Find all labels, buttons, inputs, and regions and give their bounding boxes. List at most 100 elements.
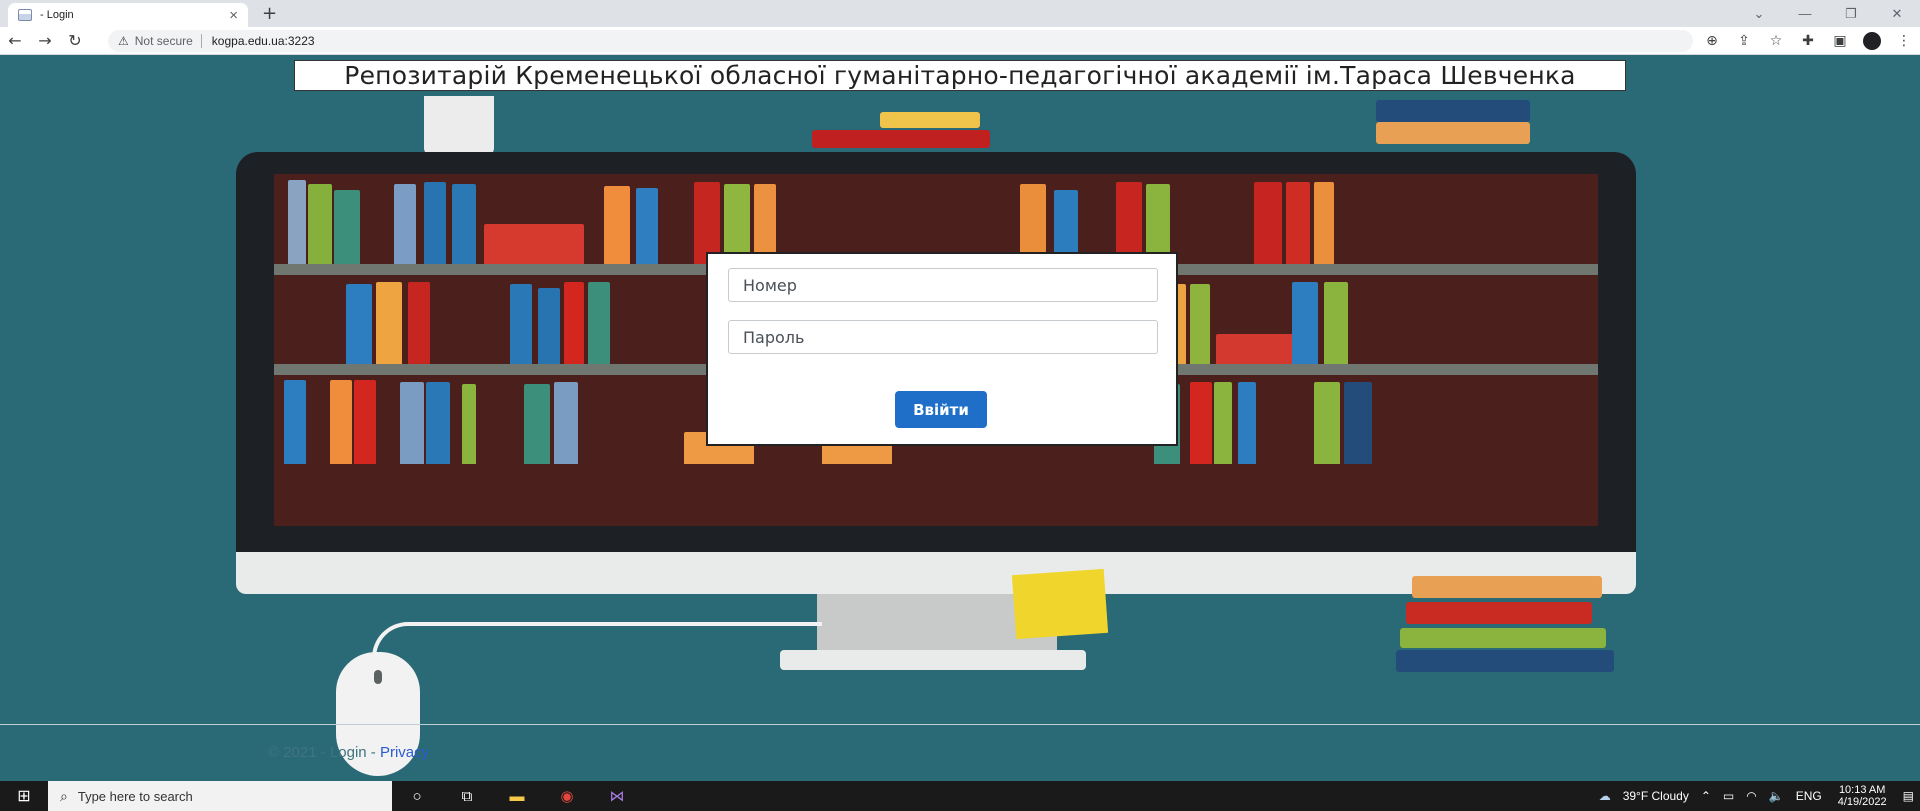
book-decoration bbox=[588, 282, 610, 364]
footer: © 2021 - Login - Privacy bbox=[268, 744, 429, 761]
background-books-decoration bbox=[1376, 100, 1530, 122]
background-books-decoration bbox=[1412, 576, 1602, 598]
book-decoration bbox=[1214, 382, 1232, 464]
language-indicator[interactable]: ENG bbox=[1796, 789, 1822, 803]
book-decoration bbox=[1190, 284, 1210, 364]
book-decoration bbox=[1324, 282, 1348, 364]
side-panel-icon[interactable]: ▣ bbox=[1824, 33, 1856, 49]
book-decoration bbox=[1344, 382, 1372, 464]
zoom-icon[interactable]: ⊕ bbox=[1696, 33, 1728, 49]
share-icon[interactable]: ⇪ bbox=[1728, 33, 1760, 49]
chrome-icon[interactable]: ◉ bbox=[542, 787, 592, 805]
taskbar-search-box[interactable]: ⌕ Type here to search bbox=[48, 781, 392, 811]
book-decoration bbox=[604, 186, 630, 264]
wifi-icon[interactable]: ◠ bbox=[1746, 789, 1756, 803]
notifications-icon[interactable]: ▤ bbox=[1903, 789, 1914, 803]
book-decoration bbox=[564, 282, 584, 364]
background-books-decoration bbox=[880, 112, 980, 128]
book-decoration bbox=[1190, 382, 1212, 464]
book-decoration bbox=[1254, 182, 1282, 264]
background-books-decoration bbox=[1406, 602, 1592, 624]
background-cup-decoration bbox=[424, 96, 494, 156]
url-text[interactable]: kogpa.edu.ua:3223 bbox=[212, 34, 315, 48]
book-decoration bbox=[334, 190, 360, 264]
privacy-link[interactable]: Privacy bbox=[380, 744, 429, 761]
book-decoration bbox=[1286, 182, 1310, 264]
book-decoration bbox=[330, 380, 352, 464]
volume-icon[interactable]: 🔈 bbox=[1769, 789, 1784, 803]
book-decoration bbox=[424, 182, 446, 264]
browser-tab[interactable]: - Login × bbox=[8, 3, 248, 27]
background-books-decoration bbox=[812, 130, 990, 148]
windows-start-icon[interactable]: ⊞ bbox=[0, 786, 48, 806]
monitor-base-decoration bbox=[780, 650, 1086, 670]
weather-status[interactable]: 39°F Cloudy bbox=[1623, 789, 1689, 803]
book-decoration bbox=[408, 282, 430, 364]
warning-icon[interactable]: ⚠ bbox=[118, 34, 129, 48]
toolbar-actions: ⊕ ⇪ ☆ ✚ ▣ ⋮ bbox=[1696, 27, 1920, 55]
book-decoration bbox=[1314, 382, 1340, 464]
password-input[interactable] bbox=[728, 320, 1158, 354]
book-decoration bbox=[426, 382, 450, 464]
system-tray: ☁ 39°F Cloudy ⌃ ▭ ◠ 🔈 ENG 10:13 AM 4/19/… bbox=[1593, 781, 1920, 811]
forward-icon[interactable]: → bbox=[30, 31, 60, 50]
back-icon[interactable]: ← bbox=[0, 31, 30, 50]
clock[interactable]: 10:13 AM 4/19/2022 bbox=[1838, 784, 1887, 808]
cloud-icon: ☁ bbox=[1598, 789, 1611, 803]
book-decoration bbox=[400, 382, 424, 464]
login-form: Ввійти bbox=[706, 252, 1178, 446]
book-decoration bbox=[484, 224, 584, 264]
shelf-divider bbox=[274, 464, 1598, 526]
book-decoration bbox=[452, 184, 476, 264]
book-decoration bbox=[1292, 282, 1318, 364]
sticky-note-decoration bbox=[1011, 568, 1109, 640]
browser-tab-strip: - Login × + ⌄ — ❐ ✕ bbox=[0, 0, 1920, 27]
close-tab-icon[interactable]: × bbox=[229, 7, 238, 24]
browser-toolbar: ← → ↻ ⚠ Not secure kogpa.edu.ua:3223 bbox=[0, 27, 1920, 55]
background-books-decoration bbox=[1376, 122, 1530, 144]
security-label[interactable]: Not secure bbox=[135, 34, 193, 48]
window-controls: ⌄ — ❐ ✕ bbox=[1736, 0, 1920, 27]
background-books-decoration bbox=[1400, 628, 1606, 648]
show-hidden-icons-icon[interactable]: ⌃ bbox=[1701, 789, 1711, 803]
new-tab-button[interactable]: + bbox=[262, 3, 277, 24]
login-button[interactable]: Ввійти bbox=[895, 391, 987, 428]
address-bar[interactable]: ⚠ Not secure kogpa.edu.ua:3223 bbox=[108, 30, 1693, 52]
book-decoration bbox=[354, 380, 376, 464]
book-decoration bbox=[636, 188, 658, 264]
search-placeholder: Type here to search bbox=[77, 788, 193, 804]
book-decoration bbox=[284, 380, 306, 464]
tab-title: - Login bbox=[40, 9, 74, 21]
background-books-decoration bbox=[1396, 650, 1614, 672]
page-favicon-icon bbox=[18, 9, 32, 21]
footer-divider bbox=[0, 724, 1920, 725]
menu-icon[interactable]: ⋮ bbox=[1888, 33, 1920, 49]
cortana-icon[interactable]: ○ bbox=[392, 788, 442, 805]
book-decoration bbox=[308, 184, 332, 264]
extensions-icon[interactable]: ✚ bbox=[1792, 33, 1824, 49]
bookmark-star-icon[interactable]: ☆ bbox=[1760, 33, 1792, 49]
visual-studio-icon[interactable]: ⋈ bbox=[592, 787, 642, 805]
book-decoration bbox=[554, 382, 578, 464]
reload-icon[interactable]: ↻ bbox=[60, 31, 90, 50]
book-decoration bbox=[394, 184, 416, 264]
book-decoration bbox=[1238, 382, 1256, 464]
book-decoration bbox=[524, 384, 550, 464]
profile-avatar[interactable] bbox=[1863, 32, 1881, 50]
page-body: Репозитарій Кременецької обласної гумані… bbox=[0, 56, 1920, 781]
page-title: Репозитарій Кременецької обласної гумані… bbox=[294, 60, 1626, 91]
file-explorer-icon[interactable]: ▬ bbox=[492, 788, 542, 805]
battery-icon[interactable]: ▭ bbox=[1723, 789, 1734, 803]
windows-taskbar: ⊞ ⌕ Type here to search ○ ⧉ ▬ ◉ ⋈ ☁ 39°F… bbox=[0, 781, 1920, 811]
footer-copyright: © 2021 - Login - bbox=[268, 744, 380, 761]
book-decoration bbox=[538, 288, 560, 364]
minimize-icon[interactable]: — bbox=[1782, 6, 1828, 21]
number-input[interactable] bbox=[728, 268, 1158, 302]
book-decoration bbox=[462, 384, 476, 464]
tab-search-icon[interactable]: ⌄ bbox=[1736, 6, 1782, 22]
clock-time: 10:13 AM bbox=[1838, 784, 1886, 796]
book-decoration bbox=[510, 284, 532, 364]
close-window-icon[interactable]: ✕ bbox=[1874, 6, 1920, 22]
task-view-icon[interactable]: ⧉ bbox=[442, 788, 492, 805]
restore-icon[interactable]: ❐ bbox=[1828, 6, 1874, 22]
